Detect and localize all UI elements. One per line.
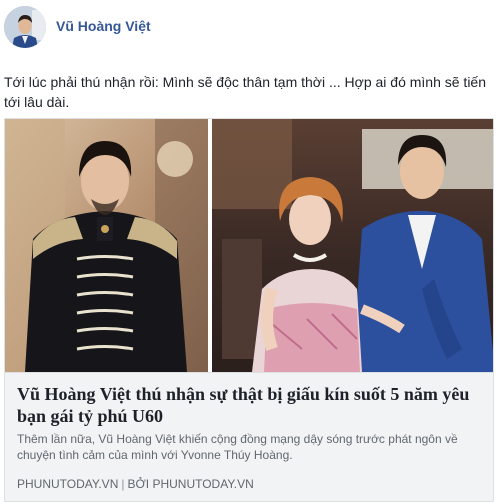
- source-separator: |: [121, 477, 125, 491]
- post-header: Vũ Hoàng Việt: [4, 6, 484, 52]
- preview-image-right: [212, 119, 493, 372]
- link-source: PHUNUTODAY.VN | BỞI PHUNUTODAY.VN: [17, 477, 483, 491]
- preview-image-collage: [5, 119, 493, 372]
- link-domain: PHUNUTODAY.VN: [17, 477, 119, 491]
- link-title[interactable]: Vũ Hoàng Việt thú nhận sự thật bị giấu k…: [17, 383, 483, 427]
- author-name[interactable]: Vũ Hoàng Việt: [56, 18, 151, 34]
- preview-image-left: [5, 119, 208, 372]
- link-description: Thêm lần nữa, Vũ Hoàng Việt khiến cộng đ…: [17, 432, 458, 462]
- avatar-photo-icon: [4, 6, 46, 48]
- post-text: Tới lúc phải thú nhận rồi: Mình sẽ độc t…: [4, 74, 487, 110]
- author-avatar[interactable]: [4, 6, 46, 48]
- link-preview[interactable]: Vũ Hoàng Việt thú nhận sự thật bị giấu k…: [4, 118, 494, 502]
- link-preview-info: Vũ Hoàng Việt thú nhận sự thật bị giấu k…: [5, 372, 493, 501]
- facebook-post: Vũ Hoàng Việt Tới lúc phải thú nhận rồi:…: [0, 0, 498, 504]
- link-byline: BỞI PHUNUTODAY.VN: [127, 477, 254, 491]
